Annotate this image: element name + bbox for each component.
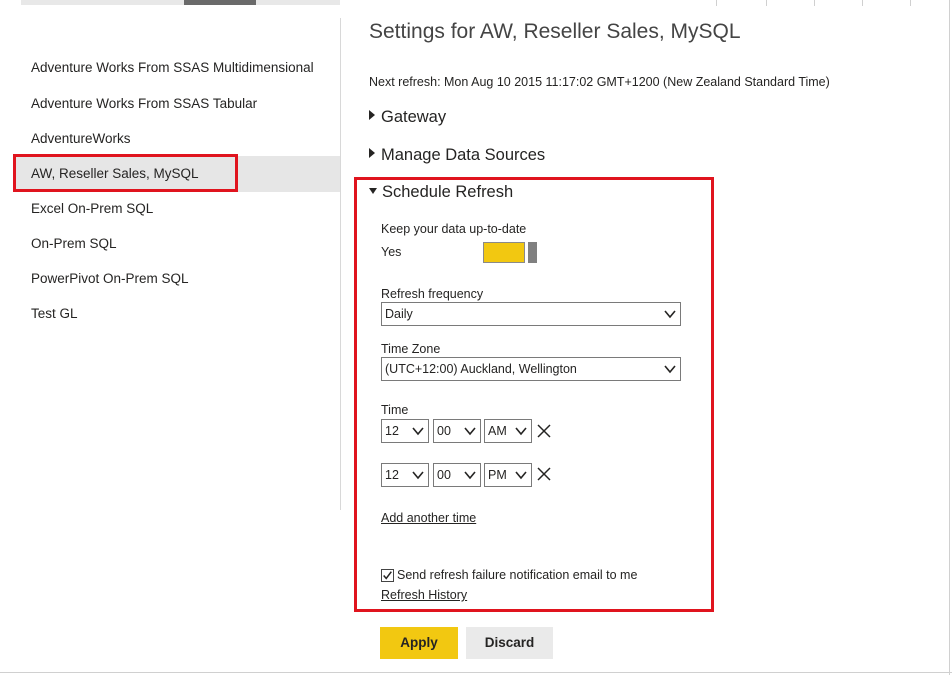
sidebar-item-test-gl[interactable]: Test GL [16, 296, 340, 332]
add-another-time-link[interactable]: Add another time [381, 511, 476, 525]
chevron-down-icon [515, 427, 527, 436]
chevron-down-icon [412, 471, 424, 480]
time-1-hour-value: 12 [385, 424, 399, 438]
bottom-border [0, 672, 952, 673]
time-2-hour-value: 12 [385, 468, 399, 482]
notify-email-checkbox[interactable] [381, 569, 394, 582]
time-zone-select[interactable]: (UTC+12:00) Auckland, Wellington [381, 357, 681, 381]
time-2-ampm-value: PM [488, 468, 507, 482]
collapse-arrow-icon [369, 188, 377, 194]
time-2-hour-select[interactable]: 12 [381, 463, 429, 487]
sidebar-item-adventureworks[interactable]: AdventureWorks [16, 121, 340, 157]
section-gateway-label: Gateway [381, 108, 447, 126]
sidebar-divider [340, 18, 341, 510]
time-1-minute-value: 00 [437, 424, 451, 438]
selection-highlight-box [13, 154, 238, 192]
keep-up-to-date-toggle[interactable] [483, 242, 537, 263]
time-1-ampm-select[interactable]: AM [484, 419, 532, 443]
section-gateway[interactable]: Gateway [369, 108, 446, 132]
checkmark-icon [383, 571, 392, 580]
sidebar-item-excel-on-prem-sql[interactable]: Excel On-Prem SQL [16, 191, 340, 227]
keep-up-to-date-value: Yes [381, 245, 402, 259]
section-schedule-refresh[interactable]: Schedule Refresh [369, 183, 513, 207]
time-1-ampm-value: AM [488, 424, 507, 438]
section-manage-label: Manage Data Sources [381, 146, 546, 164]
refresh-history-link[interactable]: Refresh History [381, 588, 467, 602]
sidebar-item-adventure-works-multidimensional[interactable]: Adventure Works From SSAS Multidimension… [16, 50, 340, 86]
apply-button[interactable]: Apply [380, 627, 458, 659]
sidebar-item-adventure-works-tabular[interactable]: Adventure Works From SSAS Tabular [16, 86, 340, 122]
section-manage-data-sources[interactable]: Manage Data Sources [369, 146, 545, 170]
time-1-minute-select[interactable]: 00 [433, 419, 481, 443]
remove-time-2-close-icon[interactable] [537, 467, 551, 481]
notify-email-label: Send refresh failure notification email … [397, 568, 638, 582]
chevron-down-icon [464, 471, 476, 480]
time-1-hour-select[interactable]: 12 [381, 419, 429, 443]
page-title: Settings for AW, Reseller Sales, MySQL [369, 20, 741, 43]
remove-time-1-close-icon[interactable] [537, 424, 551, 438]
time-label: Time [381, 403, 409, 417]
time-2-minute-select[interactable]: 00 [433, 463, 481, 487]
expand-arrow-icon [369, 148, 375, 158]
chevron-down-icon [515, 471, 527, 480]
time-2-minute-value: 00 [437, 468, 451, 482]
sidebar-item-on-prem-sql[interactable]: On-Prem SQL [16, 226, 340, 262]
expand-arrow-icon [369, 110, 375, 120]
next-refresh-text: Next refresh: Mon Aug 10 2015 11:17:02 G… [369, 75, 830, 89]
time-zone-label: Time Zone [381, 342, 441, 356]
settings-panel: Settings for AW, Reseller Sales, MySQL N… [354, 0, 949, 675]
discard-button[interactable]: Discard [466, 627, 553, 659]
chevron-down-icon [664, 310, 676, 319]
chevron-down-icon [664, 365, 676, 374]
refresh-frequency-label: Refresh frequency [381, 287, 484, 301]
section-schedule-label: Schedule Refresh [382, 183, 514, 201]
keep-up-to-date-label: Keep your data up-to-date [381, 222, 527, 236]
refresh-frequency-select[interactable]: Daily [381, 302, 681, 326]
time-zone-value: (UTC+12:00) Auckland, Wellington [385, 362, 577, 376]
chevron-down-icon [464, 427, 476, 436]
toggle-track [483, 242, 525, 263]
chevron-down-icon [412, 427, 424, 436]
time-2-ampm-select[interactable]: PM [484, 463, 532, 487]
dataset-sidebar: Adventure Works From SSAS Multidimension… [0, 0, 342, 675]
right-border [949, 0, 950, 675]
toggle-thumb [528, 242, 537, 263]
sidebar-item-powerpivot-on-prem-sql[interactable]: PowerPivot On-Prem SQL [16, 261, 340, 297]
refresh-frequency-value: Daily [385, 307, 413, 321]
